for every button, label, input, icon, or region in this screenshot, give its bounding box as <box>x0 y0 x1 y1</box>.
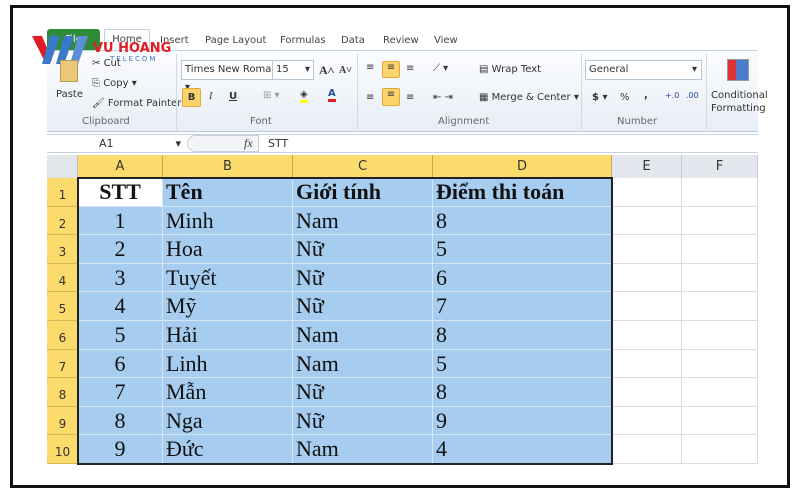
logo-brand: VU HOANG <box>93 41 172 56</box>
cell[interactable] <box>682 406 758 436</box>
row-header-5[interactable]: 5 <box>47 292 78 321</box>
format-painter-button[interactable]: 🖌 Format Painter <box>92 98 181 109</box>
tab-view[interactable]: View <box>434 32 458 50</box>
cell[interactable] <box>612 235 682 264</box>
borders-button[interactable]: ⊞ ▾ <box>263 90 280 101</box>
divider <box>706 54 707 130</box>
conditional-formatting-button[interactable]: Conditional Formatting <box>711 89 768 115</box>
cell[interactable] <box>682 321 758 350</box>
column-header-D[interactable]: D <box>433 155 612 178</box>
alignment-group-label: Alignment <box>438 116 490 127</box>
underline-button[interactable]: U <box>229 91 237 102</box>
select-all-corner[interactable] <box>47 155 78 178</box>
align-center-button[interactable]: ≡ <box>382 88 400 106</box>
row-header-1[interactable]: 1 <box>47 178 78 207</box>
align-right-button[interactable]: ≡ <box>406 92 414 103</box>
tab-data[interactable]: Data <box>341 32 365 50</box>
cell[interactable] <box>682 378 758 407</box>
divider <box>581 54 582 130</box>
tab-formulas[interactable]: Formulas <box>280 32 326 50</box>
cell[interactable] <box>612 178 682 207</box>
column-header-E[interactable]: E <box>612 155 682 178</box>
font-group-label: Font <box>250 116 272 127</box>
italic-button[interactable]: I <box>209 91 212 102</box>
name-box[interactable]: A1 ▾ <box>47 135 184 152</box>
column-header-C[interactable]: C <box>293 155 433 178</box>
shrink-font-button[interactable]: A˅ <box>339 65 352 76</box>
cell[interactable] <box>612 292 682 321</box>
increase-decimal-button[interactable]: +.0 <box>665 91 679 100</box>
tab-review[interactable]: Review <box>383 32 419 50</box>
row-header-9[interactable]: 9 <box>47 406 78 436</box>
cell[interactable] <box>682 435 758 464</box>
copy-button[interactable]: ⎘ Copy ▾ <box>92 78 137 89</box>
conditional-formatting-icon <box>727 59 749 81</box>
column-header-F[interactable]: F <box>682 155 758 178</box>
paste-icon <box>60 60 78 82</box>
cell[interactable] <box>682 178 758 207</box>
grow-font-button[interactable]: A˄ <box>319 63 335 78</box>
number-group-label: Number <box>617 116 658 127</box>
fill-color-button[interactable]: ◈ <box>300 89 308 103</box>
cell[interactable] <box>682 263 758 293</box>
cell[interactable] <box>682 349 758 379</box>
comma-button[interactable]: , <box>644 90 648 101</box>
row-header-3[interactable]: 3 <box>47 235 78 264</box>
merge-center-button[interactable]: ▦ Merge & Center ▾ <box>479 92 579 103</box>
cell[interactable] <box>612 349 682 379</box>
currency-button[interactable]: $ ▾ <box>592 92 607 103</box>
cell[interactable] <box>612 321 682 350</box>
formula-input[interactable]: STT <box>268 137 288 150</box>
cell[interactable] <box>612 263 682 293</box>
cell[interactable] <box>612 378 682 407</box>
cell[interactable] <box>612 206 682 236</box>
font-size-select[interactable]: 15 ▾ <box>272 60 314 80</box>
cell[interactable] <box>682 235 758 264</box>
number-format-select[interactable]: General ▾ <box>585 60 702 80</box>
cell[interactable] <box>612 435 682 464</box>
cell[interactable] <box>682 292 758 321</box>
bold-button[interactable]: B <box>182 88 201 107</box>
column-header-B[interactable]: B <box>163 155 293 178</box>
insert-function-icon[interactable]: fx <box>244 136 253 151</box>
orientation-button[interactable]: ⟋ ▾ <box>433 63 448 74</box>
tab-page-layout[interactable]: Page Layout <box>205 32 266 50</box>
row-header-7[interactable]: 7 <box>47 349 78 379</box>
align-top-button[interactable]: ≡ <box>366 62 374 73</box>
row-header-10[interactable]: 10 <box>47 435 78 464</box>
cell[interactable] <box>682 206 758 236</box>
clipboard-group-label: Clipboard <box>82 116 130 127</box>
column-header-A[interactable]: A <box>78 155 163 178</box>
cell[interactable] <box>612 406 682 436</box>
decrease-decimal-button[interactable]: .00 <box>686 91 699 100</box>
paste-button[interactable]: Paste <box>56 89 83 100</box>
selection-border <box>77 177 613 465</box>
align-left-button[interactable]: ≡ <box>366 92 374 103</box>
decrease-indent-button[interactable]: ⇤ ⇥ <box>433 92 453 103</box>
wrap-text-button[interactable]: ▤ Wrap Text <box>479 64 541 75</box>
align-middle-button[interactable]: ≡ <box>382 61 400 78</box>
percent-button[interactable]: % <box>620 92 630 103</box>
divider <box>357 54 358 130</box>
font-name-select[interactable]: Times New Roma ▾ <box>181 60 273 93</box>
divider <box>176 54 177 130</box>
font-color-button[interactable]: A <box>328 88 336 102</box>
row-header-8[interactable]: 8 <box>47 378 78 407</box>
row-header-2[interactable]: 2 <box>47 206 78 236</box>
row-header-4[interactable]: 4 <box>47 263 78 293</box>
row-header-6[interactable]: 6 <box>47 321 78 350</box>
cut-button[interactable]: ✂ Cut <box>92 58 121 69</box>
align-bottom-button[interactable]: ≡ <box>406 63 414 74</box>
